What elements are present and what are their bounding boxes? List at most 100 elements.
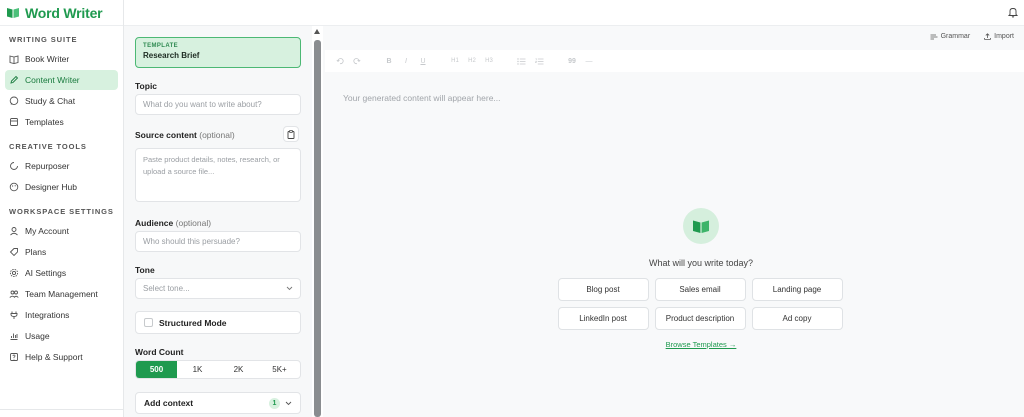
quick-start-product-description[interactable]: Product description [654, 307, 746, 330]
bold-button[interactable]: B [385, 56, 393, 66]
app-name: Word Writer [25, 4, 103, 21]
chevron-down-icon [286, 286, 293, 291]
refresh-icon [9, 161, 19, 171]
tone-select[interactable]: Select tone... [135, 278, 301, 299]
chat-icon [9, 96, 19, 106]
audience-input[interactable] [135, 231, 301, 252]
word-count-selector: 500 1K 2K 5K+ [135, 360, 301, 379]
section-label-workspace-settings: WORKSPACE SETTINGS [9, 207, 114, 216]
sidebar-item-label: Templates [25, 117, 64, 127]
underline-button[interactable]: U [419, 56, 427, 66]
chevron-down-icon [285, 401, 292, 405]
templates-icon [9, 117, 19, 127]
heading-2-button[interactable]: H2 [468, 56, 476, 66]
tone-label: Tone [135, 265, 155, 275]
undo-icon[interactable] [336, 56, 344, 66]
grammar-icon [930, 34, 938, 39]
sidebar-item-label: Designer Hub [25, 182, 77, 192]
section-label-creative-tools: CREATIVE TOOLS [9, 142, 87, 151]
editor-actions: Grammar Import [930, 33, 1014, 40]
audience-label-text: Audience [135, 218, 174, 228]
sidebar-item-repurposer[interactable]: Repurposer [5, 156, 118, 176]
quick-start-sales-email[interactable]: Sales email [654, 278, 746, 301]
redo-icon[interactable] [353, 56, 361, 66]
quick-start-landing-page[interactable]: Landing page [751, 278, 843, 301]
sidebar-item-book-writer[interactable]: Book Writer [5, 49, 118, 69]
sidebar-item-content-writer[interactable]: Content Writer [5, 70, 118, 90]
structured-mode-toggle[interactable]: Structured Mode [135, 311, 301, 334]
pencil-icon [9, 75, 19, 85]
import-label: Import [994, 33, 1014, 40]
structured-mode-label: Structured Mode [159, 317, 227, 328]
sidebar-item-label: Usage [25, 331, 50, 341]
topic-input[interactable] [135, 94, 301, 115]
template-card[interactable]: TEMPLATE Research Brief [135, 37, 301, 68]
quick-start-linkedin-post[interactable]: LinkedIn post [557, 307, 649, 330]
import-button[interactable]: Import [984, 33, 1014, 40]
horizontal-rule-button[interactable]: — [585, 56, 593, 66]
bell-icon[interactable] [1007, 6, 1019, 18]
word-count-option-2k[interactable]: 2K [218, 361, 259, 378]
team-icon [9, 289, 19, 299]
quote-button[interactable]: 99 [568, 56, 576, 66]
topic-label: Topic [135, 81, 158, 91]
book-logo-icon [7, 7, 19, 18]
sidebar-item-usage[interactable]: Usage [5, 326, 118, 346]
form-scrollbar[interactable] [312, 26, 323, 417]
source-content-textarea[interactable] [135, 148, 301, 202]
sidebar-item-my-account[interactable]: My Account [5, 221, 118, 241]
heading-1-button[interactable]: H1 [451, 56, 459, 66]
context-count-badge: 1 [269, 397, 280, 409]
scrollbar-thumb[interactable] [314, 40, 321, 417]
template-eyebrow: TEMPLATE [143, 43, 179, 49]
structured-mode-checkbox[interactable] [144, 318, 153, 327]
sidebar-item-label: Repurposer [25, 161, 70, 171]
attach-file-button[interactable] [283, 126, 299, 142]
sidebar-item-label: Plans [25, 247, 47, 257]
source-content-label: Source content (optional) [135, 130, 235, 140]
chart-icon [9, 331, 19, 341]
sidebar-footer-divider [0, 409, 123, 410]
quick-start-blog-post[interactable]: Blog post [557, 278, 649, 301]
heading-3-button[interactable]: H3 [485, 56, 493, 66]
brand[interactable]: Word Writer [0, 0, 123, 26]
word-count-option-500[interactable]: 500 [136, 361, 177, 378]
top-bar [124, 0, 1024, 26]
optional-tag: (optional) [199, 130, 235, 140]
sidebar-item-plans[interactable]: Plans [5, 242, 118, 262]
add-context-toggle[interactable]: Add context 1 [135, 392, 301, 414]
sidebar-item-label: Study & Chat [25, 96, 76, 106]
empty-state-title: What will you write today? [648, 258, 754, 268]
sidebar-item-study-chat[interactable]: Study & Chat [5, 91, 118, 111]
section-label-writing-suite: WRITING SUITE [9, 35, 78, 44]
bullet-list-icon[interactable] [517, 56, 526, 66]
quick-start-grid: Blog post Sales email Landing page Linke… [557, 278, 843, 330]
sidebar-item-label: My Account [25, 226, 69, 236]
quick-start-ad-copy[interactable]: Ad copy [751, 307, 843, 330]
sidebar-item-integrations[interactable]: Integrations [5, 305, 118, 325]
word-count-label: Word Count [135, 347, 184, 357]
editor-area: Grammar Import B I U H1 H2 H3 99 — Your … [323, 26, 1024, 417]
sidebar-item-ai-settings[interactable]: AI Settings [5, 263, 118, 283]
open-book-icon [683, 208, 719, 244]
grammar-button[interactable]: Grammar [930, 33, 970, 40]
gear-icon [9, 268, 19, 278]
italic-button[interactable]: I [402, 56, 410, 66]
numbered-list-icon[interactable] [535, 56, 544, 66]
tag-icon [9, 247, 19, 257]
optional-tag: (optional) [175, 218, 212, 228]
scroll-up-arrow-icon[interactable] [314, 29, 320, 34]
browse-templates-link[interactable]: Browse Templates → [666, 340, 737, 349]
sidebar-item-designer-hub[interactable]: Designer Hub [5, 177, 118, 197]
sidebar-item-label: Content Writer [25, 75, 80, 85]
sidebar-item-label: Help & Support [25, 352, 83, 362]
sidebar-item-team-management[interactable]: Team Management [5, 284, 118, 304]
source-content-label-text: Source content [135, 130, 197, 140]
clipboard-icon [287, 129, 295, 139]
word-count-option-1k[interactable]: 1K [177, 361, 218, 378]
editor-placeholder[interactable]: Your generated content will appear here.… [343, 93, 501, 103]
word-count-option-5k[interactable]: 5K+ [259, 361, 300, 378]
sidebar-item-help-support[interactable]: Help & Support [5, 347, 118, 367]
sidebar: Word Writer WRITING SUITE Book Writer Co… [0, 0, 124, 417]
sidebar-item-templates[interactable]: Templates [5, 112, 118, 132]
